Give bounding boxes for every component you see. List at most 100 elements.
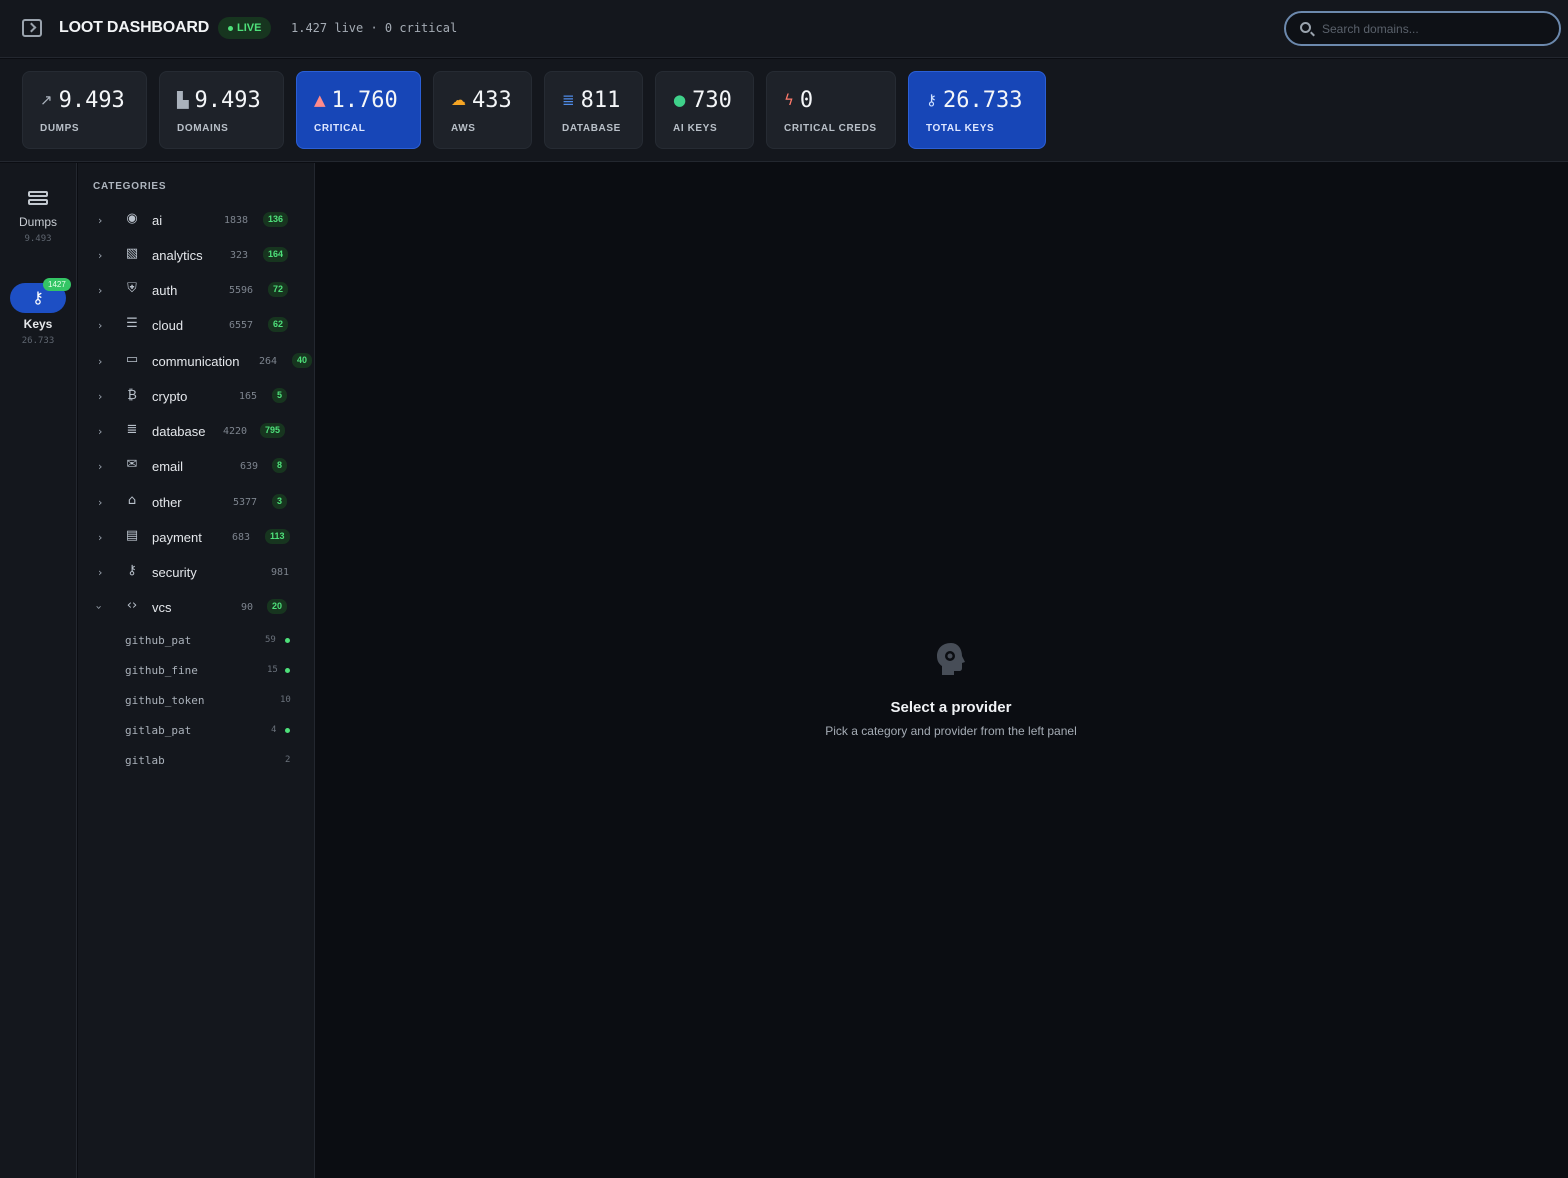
provider-count: 59 <box>265 635 276 645</box>
provider-github-fine[interactable]: github_fine 15 <box>78 657 315 683</box>
stat-value: ▙ 9.493 <box>177 88 261 113</box>
nav-rail: Dumps 9.493 ⚷ 1427 Keys 26.733 <box>0 163 77 1178</box>
category-badge: 40 <box>292 353 313 368</box>
brain-gear-icon <box>937 643 965 675</box>
category-auth[interactable]: › ⛨ auth 5596 72 <box>78 275 315 305</box>
terminal-icon <box>22 19 42 37</box>
key-icon: ⚷ <box>32 290 44 307</box>
live-dot-icon <box>228 25 233 31</box>
empty-state-subtitle: Pick a category and provider from the le… <box>825 724 1077 738</box>
chevron-right-icon: › <box>98 249 103 262</box>
category-count: 5377 <box>233 497 258 508</box>
category-count: 5596 <box>229 285 254 296</box>
chevron-right-icon: › <box>98 284 103 297</box>
category-badge: 20 <box>267 599 288 614</box>
stat-card-total-keys[interactable]: ⚷ 26.733 TOTAL KEYS <box>908 71 1046 149</box>
stat-card-critical[interactable]: ▲ 1.760 CRITICAL <box>296 71 421 149</box>
stat-card-critical-creds[interactable]: ϟ0 CRITICAL CREDS <box>766 71 896 149</box>
stat-value: ● 730 <box>673 88 732 113</box>
keys-badge: 1427 <box>43 278 71 291</box>
stat-value: ϟ0 <box>784 88 814 113</box>
stat-label: CRITICAL <box>314 123 366 134</box>
nav-dumps[interactable]: Dumps 9.493 <box>0 191 76 244</box>
category-name: crypto <box>152 389 188 404</box>
top-bar: LOOT DASHBOARD LIVE 1.427 live · 0 criti… <box>0 0 1568 58</box>
chevron-right-icon: › <box>98 319 103 332</box>
category-count: 323 <box>230 250 249 261</box>
search-box[interactable] <box>1284 11 1561 46</box>
category-security[interactable]: › ⚷ security 981 <box>78 557 315 587</box>
chevron-right-icon: › <box>98 214 103 227</box>
category-badge: 8 <box>272 458 288 473</box>
category-badge: 795 <box>260 423 286 438</box>
category-payment[interactable]: › ▤ payment 683 113 <box>78 522 315 552</box>
category-name: cloud <box>152 318 184 333</box>
category-other[interactable]: › ⌂ other 5377 3 <box>78 487 315 517</box>
chart-icon: ▧ <box>125 246 139 261</box>
category-database[interactable]: › ≣ database 4220 795 <box>78 416 315 446</box>
active-dot-icon <box>285 728 290 733</box>
stat-label: TOTAL KEYS <box>926 123 995 134</box>
provider-name: gitlab <box>125 754 165 767</box>
categories-panel: CATEGORIES › ◉ ai 1838 136 › ▧ analytics… <box>78 163 315 1178</box>
categories-title: CATEGORIES <box>93 181 167 192</box>
stat-card-dumps[interactable]: ↗ 9.493 DUMPS <box>22 71 147 149</box>
chevron-right-icon: › <box>98 390 103 403</box>
bitcoin-icon: ₿ <box>127 388 137 403</box>
category-communication[interactable]: › ▭ communication 264 40 <box>78 346 315 376</box>
category-name: analytics <box>152 248 203 263</box>
stat-label: DATABASE <box>562 123 621 134</box>
stat-label: AI KEYS <box>673 123 718 134</box>
category-email[interactable]: › ✉ email 639 8 <box>78 451 315 481</box>
nav-dumps-label: Dumps <box>18 215 57 229</box>
chevron-right-icon: › <box>98 531 103 544</box>
category-analytics[interactable]: › ▧ analytics 323 164 <box>78 240 315 270</box>
stats-row: ↗ 9.493 DUMPS ▙ 9.493 DOMAINS ▲ 1.760 CRITI… <box>0 59 1568 162</box>
stat-card-database[interactable]: ≣ 811 DATABASE <box>544 71 643 149</box>
trend-up-icon: ↗ <box>40 91 53 109</box>
category-count: 264 <box>259 356 278 367</box>
brain-icon: ● <box>673 91 687 109</box>
stat-label: DOMAINS <box>177 123 229 134</box>
key-icon: ⚷ <box>127 563 137 578</box>
keys-pill: ⚷ 1427 <box>10 278 71 313</box>
stat-label: AWS <box>451 123 476 134</box>
category-badge: 164 <box>263 247 289 262</box>
category-vcs[interactable]: › ‹› vcs 90 20 <box>78 592 315 622</box>
provider-gitlab[interactable]: gitlab 2 <box>78 747 315 773</box>
live-badge: LIVE <box>218 17 272 39</box>
category-name: ai <box>152 213 163 228</box>
nav-keys-label: Keys <box>23 317 53 331</box>
provider-gitlab-pat[interactable]: gitlab_pat 4 <box>78 717 315 743</box>
warning-triangle-icon: ▲ <box>314 91 326 109</box>
nav-dumps-count: 9.493 <box>24 234 52 244</box>
category-name: security <box>152 565 197 580</box>
category-crypto[interactable]: › ₿ crypto 165 5 <box>78 381 315 411</box>
search-input[interactable] <box>1322 18 1547 40</box>
nav-keys[interactable]: ⚷ 1427 Keys 26.733 <box>0 278 76 346</box>
chevron-right-icon: › <box>98 566 103 579</box>
bank-icon: ⌂ <box>127 493 137 508</box>
server-icon <box>28 191 48 211</box>
stat-card-ai-keys[interactable]: ● 730 AI KEYS <box>655 71 754 149</box>
category-count: 1838 <box>224 215 249 226</box>
key-icon: ⚷ <box>926 91 937 109</box>
provider-name: github_fine <box>125 664 198 677</box>
category-count: 6557 <box>229 320 254 331</box>
app-title: LOOT DASHBOARD <box>59 19 210 36</box>
provider-github-token[interactable]: github_token 10 <box>78 687 315 713</box>
stat-value: ▲ 1.760 <box>314 88 398 113</box>
code-icon: ‹› <box>126 598 138 613</box>
stat-card-aws[interactable]: ☁ 433 AWS <box>433 71 532 149</box>
chevron-right-icon: › <box>98 425 103 438</box>
provider-count: 2 <box>285 755 291 765</box>
chat-icon: ▭ <box>125 352 139 367</box>
database-icon: ≣ <box>126 422 138 437</box>
nav-keys-count: 26.733 <box>21 336 55 346</box>
category-count: 639 <box>240 461 259 472</box>
category-cloud[interactable]: › ☰ cloud 6557 62 <box>78 310 315 340</box>
stat-card-domains[interactable]: ▙ 9.493 DOMAINS <box>159 71 284 149</box>
provider-github-pat[interactable]: github_pat 59 <box>78 627 315 653</box>
category-ai[interactable]: › ◉ ai 1838 136 <box>78 205 315 235</box>
brain-icon: ◉ <box>126 211 138 226</box>
